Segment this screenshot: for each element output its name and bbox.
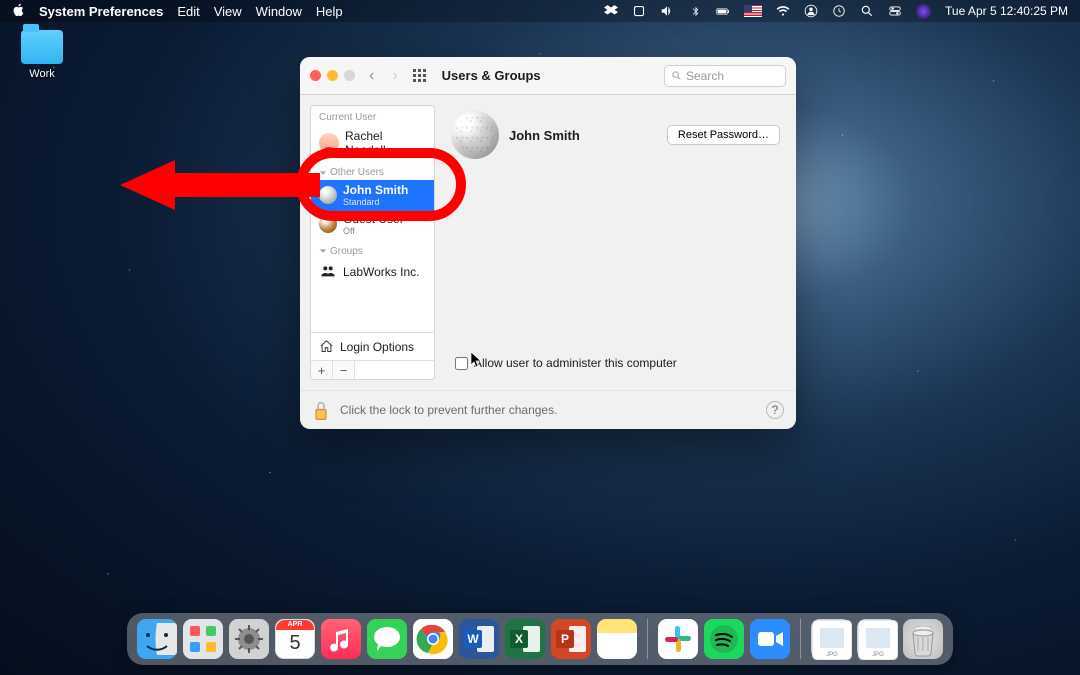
minimize-window-button[interactable] xyxy=(327,70,338,81)
lock-icon[interactable] xyxy=(312,399,330,421)
add-user-button[interactable]: + xyxy=(311,361,333,379)
dock-excel[interactable]: X xyxy=(505,619,545,659)
dock-trash[interactable] xyxy=(903,619,943,659)
avatar-icon xyxy=(319,133,339,153)
avatar-icon xyxy=(319,215,337,233)
sidebar-current-user[interactable]: Rachel Needell xyxy=(311,125,434,161)
chevron-down-icon xyxy=(319,169,327,177)
reset-password-button[interactable]: Reset Password… xyxy=(667,125,780,145)
dock: APR5 W X P JPG JPG xyxy=(127,613,953,665)
sidebar-user-name: John Smith xyxy=(343,184,408,198)
sidebar-group-labworks[interactable]: LabWorks Inc. xyxy=(311,259,434,286)
bluetooth-icon[interactable] xyxy=(688,4,702,18)
chevron-down-icon xyxy=(319,247,327,255)
dock-calendar[interactable]: APR5 xyxy=(275,619,315,659)
svg-text:JPG: JPG xyxy=(872,652,884,658)
user-avatar[interactable] xyxy=(451,111,499,159)
current-user-header: Current User xyxy=(311,106,434,125)
apple-menu[interactable] xyxy=(12,3,25,20)
window-footer: Click the lock to prevent further change… xyxy=(300,390,796,429)
control-center-icon[interactable] xyxy=(888,4,902,18)
sidebar-user-guest[interactable]: Guest User Off xyxy=(311,211,434,240)
menubar-app-name[interactable]: System Preferences xyxy=(39,4,163,19)
battery-icon[interactable] xyxy=(716,4,730,18)
window-title: Users & Groups xyxy=(442,68,541,83)
remove-user-button[interactable]: − xyxy=(333,361,355,379)
dock-finder[interactable] xyxy=(137,619,177,659)
dock-recent-doc-1[interactable]: JPG xyxy=(811,619,851,659)
user-menu-icon[interactable] xyxy=(804,4,818,18)
group-icon xyxy=(319,263,337,282)
window-titlebar: ‹ › Users & Groups Search xyxy=(300,57,796,95)
annotation-arrow xyxy=(120,155,320,215)
clock-icon[interactable] xyxy=(832,4,846,18)
users-groups-window: ‹ › Users & Groups Search Current User R… xyxy=(300,57,796,429)
back-button[interactable]: ‹ xyxy=(365,67,378,85)
dock-powerpoint[interactable]: P xyxy=(551,619,591,659)
menubar-window[interactable]: Window xyxy=(256,4,302,19)
group-name: LabWorks Inc. xyxy=(343,265,419,279)
forward-button[interactable]: › xyxy=(388,67,401,85)
groups-header[interactable]: Groups xyxy=(311,240,434,259)
wifi-icon[interactable] xyxy=(776,4,790,18)
dock-slack[interactable] xyxy=(658,619,698,659)
current-user-name: Rachel Needell xyxy=(345,129,426,157)
dock-music[interactable] xyxy=(321,619,361,659)
svg-text:P: P xyxy=(561,632,569,646)
admin-checkbox-row: Allow user to administer this computer xyxy=(455,356,677,370)
svg-text:W: W xyxy=(467,632,479,646)
menubar-help[interactable]: Help xyxy=(316,4,343,19)
dock-separator xyxy=(647,619,648,659)
dock-spotify[interactable] xyxy=(704,619,744,659)
user-fullname: John Smith xyxy=(509,128,580,143)
dock-zoom[interactable] xyxy=(750,619,790,659)
dock-system-preferences[interactable] xyxy=(229,619,269,659)
dock-notes[interactable] xyxy=(597,619,637,659)
other-users-header[interactable]: Other Users xyxy=(311,161,434,180)
allow-admin-label: Allow user to administer this computer xyxy=(474,356,677,370)
spotlight-icon[interactable] xyxy=(860,4,874,18)
allow-admin-checkbox[interactable] xyxy=(455,357,468,370)
show-all-button[interactable] xyxy=(412,68,428,84)
login-options-button[interactable]: Login Options xyxy=(311,332,434,360)
menubar-edit[interactable]: Edit xyxy=(177,4,199,19)
menubar-clock[interactable]: Tue Apr 5 12:40:25 PM xyxy=(945,4,1068,18)
menubar: System Preferences Edit View Window Help… xyxy=(0,0,1080,22)
desktop-folder-work[interactable]: Work xyxy=(14,30,70,80)
folder-icon xyxy=(21,30,63,64)
flag-icon[interactable] xyxy=(744,5,762,17)
search-placeholder: Search xyxy=(686,69,724,83)
avatar-icon xyxy=(319,186,337,204)
sidebar-user-john-smith[interactable]: John Smith Standard xyxy=(311,180,434,211)
dock-chrome[interactable] xyxy=(413,619,453,659)
sidebar-user-role: Off xyxy=(343,227,404,236)
svg-text:X: X xyxy=(515,632,523,646)
menubar-view[interactable]: View xyxy=(214,4,242,19)
sidebar-user-name: Guest User xyxy=(343,213,404,227)
lock-text: Click the lock to prevent further change… xyxy=(340,403,557,417)
help-button[interactable]: ? xyxy=(766,401,784,419)
home-icon xyxy=(319,339,334,354)
sidebar-user-role: Standard xyxy=(343,198,408,207)
dock-launchpad[interactable] xyxy=(183,619,223,659)
dock-messages[interactable] xyxy=(367,619,407,659)
search-input[interactable]: Search xyxy=(664,65,786,87)
user-detail-pane: John Smith Reset Password… Allow user to… xyxy=(435,95,796,390)
dock-word[interactable]: W xyxy=(459,619,499,659)
volume-icon[interactable] xyxy=(660,4,674,18)
search-icon xyxy=(671,70,682,81)
svg-text:JPG: JPG xyxy=(826,652,838,658)
users-sidebar: Current User Rachel Needell Other Users … xyxy=(310,105,435,380)
dropbox-icon[interactable] xyxy=(604,4,618,18)
dock-recent-doc-2[interactable]: JPG xyxy=(857,619,897,659)
close-window-button[interactable] xyxy=(310,70,321,81)
zoom-window-button[interactable] xyxy=(344,70,355,81)
desktop-folder-label: Work xyxy=(14,68,70,80)
dock-separator xyxy=(800,619,801,659)
battery-widget-icon[interactable] xyxy=(632,4,646,18)
siri-icon[interactable] xyxy=(916,4,931,19)
